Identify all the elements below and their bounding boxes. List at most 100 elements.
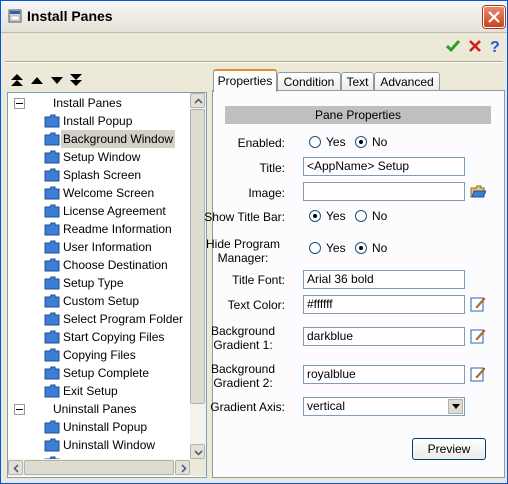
folder-icon <box>44 150 60 164</box>
bg-gradient-2-field[interactable]: royalblue <box>303 365 465 384</box>
move-down-icon[interactable] <box>50 73 64 87</box>
move-top-icon[interactable] <box>10 73 24 87</box>
image-label: Image: <box>248 186 285 200</box>
enabled-no-label: No <box>372 135 388 149</box>
enabled-no-radio[interactable] <box>355 136 367 148</box>
title-label: Title: <box>259 161 285 175</box>
tab-text[interactable]: Text <box>341 72 374 90</box>
folder-icon <box>44 366 60 380</box>
tab-advanced[interactable]: Advanced <box>374 72 440 90</box>
properties-panel: Pane Properties Enabled: Yes No Title: <… <box>204 90 505 478</box>
folder-icon <box>44 168 60 182</box>
bg-gradient-2-label: Background Gradient 2: <box>201 362 285 390</box>
tree-item[interactable]: Setup Complete <box>8 364 188 382</box>
scroll-up-button[interactable] <box>190 93 205 108</box>
tree-item[interactable]: Install Popup <box>8 112 188 130</box>
show-title-bar-no-label: No <box>372 209 388 223</box>
gradient-axis-label: Gradient Axis: <box>210 400 285 414</box>
tree-item[interactable]: Select Program Folder <box>8 310 188 328</box>
tree-item[interactable]: Copying Files <box>8 346 188 364</box>
collapse-icon[interactable] <box>14 98 25 109</box>
tab-condition[interactable]: Condition <box>277 72 341 90</box>
close-button[interactable] <box>483 6 505 28</box>
chevron-left-icon <box>13 464 19 473</box>
edit-color-icon[interactable] <box>470 366 486 382</box>
tree-item[interactable]: Uninstall Window <box>8 436 188 454</box>
check-icon[interactable] <box>445 38 461 54</box>
move-up-icon[interactable] <box>30 73 44 87</box>
toolbar-separator <box>5 61 503 63</box>
edit-color-icon[interactable] <box>470 296 486 312</box>
show-title-bar-no-radio[interactable] <box>355 210 367 222</box>
folder-icon <box>44 204 60 218</box>
edit-color-icon[interactable] <box>470 328 486 344</box>
tree-item-selected[interactable]: Background Window <box>8 130 188 148</box>
text-color-field[interactable]: #ffffff <box>303 295 465 314</box>
folder-icon <box>44 312 60 326</box>
title-field[interactable]: <AppName> Setup <box>303 157 465 176</box>
show-title-bar-yes-radio[interactable] <box>309 210 321 222</box>
tree-item[interactable]: Start Copying Files <box>8 328 188 346</box>
folder-icon <box>44 438 60 452</box>
tab-properties[interactable]: Properties <box>213 69 277 92</box>
close-icon <box>488 11 500 23</box>
show-title-bar-yes-label: Yes <box>326 209 346 223</box>
tree-group-install-panes[interactable]: Install Panes <box>8 94 188 112</box>
tree-horizontal-scrollbar[interactable] <box>8 459 190 476</box>
image-field[interactable] <box>303 182 465 201</box>
tree-item[interactable]: Splash Screen <box>8 166 188 184</box>
scroll-corner <box>190 459 206 476</box>
title-bar: Install Panes <box>1 1 507 33</box>
gradient-axis-select[interactable]: vertical <box>303 397 465 416</box>
tree-item[interactable]: Setup Window <box>8 148 188 166</box>
folder-icon <box>44 384 60 398</box>
folder-icon <box>44 348 60 362</box>
hide-program-manager-label: Hide Program Manager: <box>201 237 285 265</box>
bg-gradient-1-field[interactable]: darkblue <box>303 327 465 346</box>
tree-item[interactable]: Uninstall Popup <box>8 418 188 436</box>
hide-pm-no-label: No <box>372 241 388 255</box>
folder-icon <box>44 420 60 434</box>
enabled-yes-radio[interactable] <box>309 136 321 148</box>
collapse-icon[interactable] <box>14 404 25 415</box>
text-color-label: Text Color: <box>227 298 285 312</box>
folder-icon <box>44 222 60 236</box>
title-font-label: Title Font: <box>232 273 285 287</box>
tree-item[interactable]: Choose Destination <box>8 256 188 274</box>
enabled-label: Enabled: <box>237 136 285 150</box>
hide-pm-yes-radio[interactable] <box>309 242 321 254</box>
show-title-bar-label: Show Title Bar: <box>204 210 285 224</box>
move-bottom-icon[interactable] <box>69 73 83 87</box>
panes-tree[interactable]: Install Panes Install Popup Background W… <box>7 92 207 478</box>
tree-item[interactable]: Exit Setup <box>8 382 188 400</box>
dropdown-button[interactable] <box>448 399 463 414</box>
tree-item[interactable]: Readme Information <box>8 220 188 238</box>
tree-group-uninstall-panes[interactable]: Uninstall Panes <box>8 400 188 418</box>
x-icon[interactable] <box>467 38 483 54</box>
preview-button[interactable]: Preview <box>412 438 486 460</box>
folder-open-icon[interactable] <box>470 184 486 200</box>
scroll-left-button[interactable] <box>8 460 23 475</box>
question-icon[interactable]: ? <box>487 38 503 54</box>
bg-gradient-2-label-line2: Gradient 2: <box>213 376 273 390</box>
hide-program-manager-label-line2: Manager: <box>217 251 269 265</box>
folder-icon <box>44 186 60 200</box>
scroll-right-button[interactable] <box>175 460 190 475</box>
folder-icon <box>44 276 60 290</box>
tree-item[interactable]: Custom Setup <box>8 292 188 310</box>
scroll-thumb-horizontal[interactable] <box>24 460 174 475</box>
folder-icon <box>44 114 60 128</box>
title-font-field[interactable]: Arial 36 bold <box>303 270 465 289</box>
tree-item[interactable]: License Agreement <box>8 202 188 220</box>
tree-item[interactable]: Welcome Screen <box>8 184 188 202</box>
enabled-yes-label: Yes <box>326 135 346 149</box>
app-icon <box>8 9 22 23</box>
window-title: Install Panes <box>27 8 113 24</box>
folder-icon <box>44 330 60 344</box>
tree-item[interactable]: User Information <box>8 238 188 256</box>
bg-gradient-1-label-line2: Gradient 1: <box>213 338 273 352</box>
hide-pm-no-radio[interactable] <box>355 242 367 254</box>
tree-item[interactable]: Setup Type <box>8 274 188 292</box>
section-header: Pane Properties <box>225 106 491 124</box>
scroll-down-button[interactable] <box>190 444 205 459</box>
